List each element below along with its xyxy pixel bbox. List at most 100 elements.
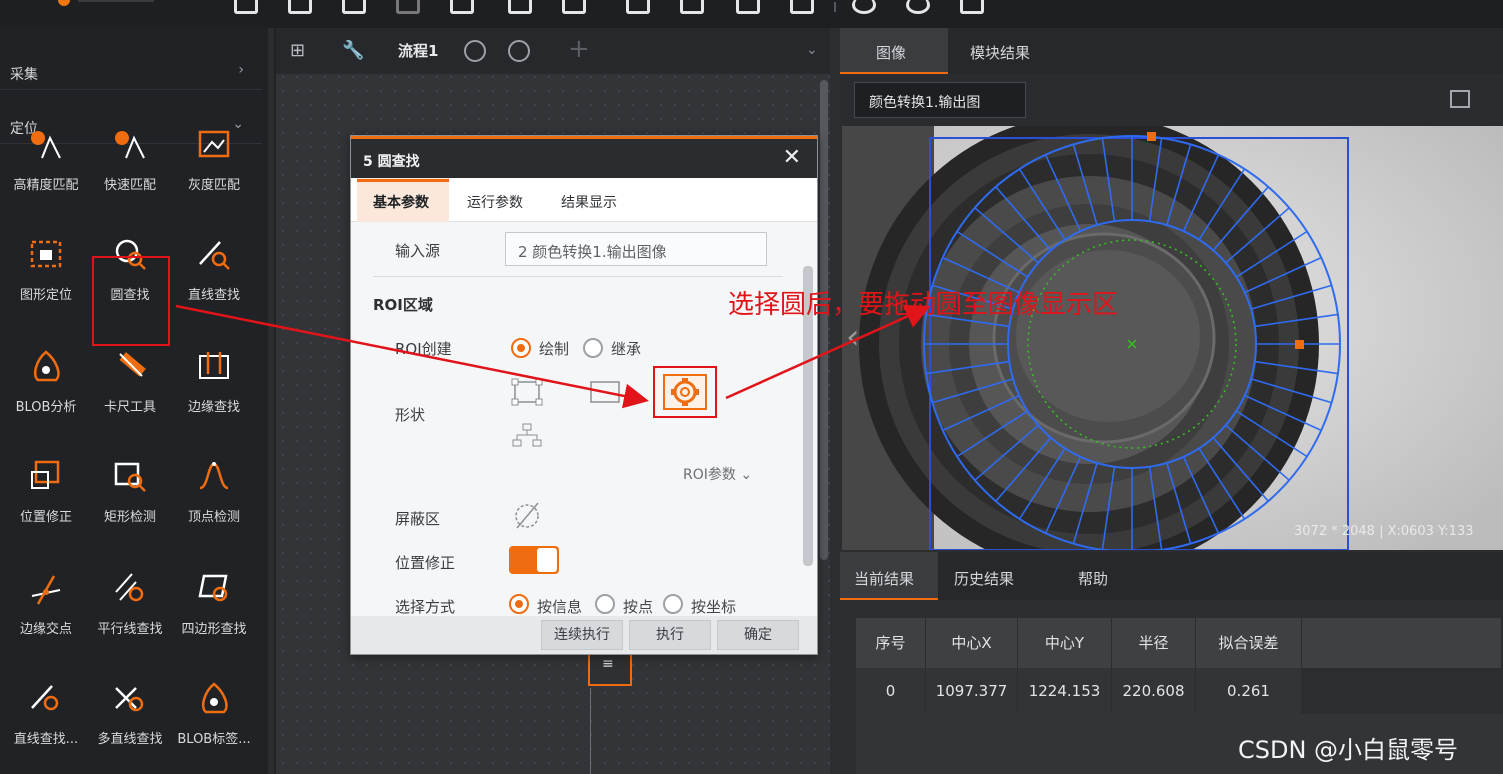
tool-item[interactable]: 高精度匹配 — [4, 116, 88, 216]
tool-panel-scrollbar[interactable] — [268, 28, 274, 774]
run-once-icon[interactable] — [852, 0, 876, 14]
tool-label: 卡尺工具 — [103, 400, 156, 415]
tab-current-result[interactable]: 当前结果 — [854, 568, 914, 589]
tab-basic-params[interactable]: 基本参数 — [373, 192, 429, 212]
tab-run-params[interactable]: 运行参数 — [467, 192, 523, 212]
polygon-roi-icon[interactable] — [511, 422, 543, 450]
roi-draw-radio[interactable] — [511, 338, 531, 358]
roi-handle[interactable] — [1147, 132, 1156, 141]
flow-tree-icon[interactable]: ⊞ — [290, 40, 305, 61]
select-by-info-radio[interactable] — [509, 594, 529, 614]
solution-icon[interactable] — [450, 0, 474, 14]
circle-roi-icon[interactable] — [511, 378, 543, 406]
tool-item[interactable]: 直线查找 — [172, 226, 256, 326]
tool-item[interactable]: 直线查找... — [4, 670, 88, 770]
tool-item[interactable]: 四边形查找 — [172, 560, 256, 660]
roi-handle[interactable] — [1295, 340, 1304, 349]
table-cell: 0 — [856, 668, 926, 714]
fast-match-icon — [112, 126, 148, 162]
refresh-icon[interactable] — [736, 0, 760, 14]
tool-item[interactable]: 平行线查找 — [88, 560, 172, 660]
tool-label: 矩形检测 — [103, 510, 156, 525]
camera-manage-icon[interactable] — [680, 0, 704, 14]
run-loop-icon[interactable] — [906, 0, 930, 14]
tab-module-result[interactable]: 模块结果 — [970, 42, 1030, 63]
roi-inherit-label: 继承 — [611, 340, 642, 358]
camera-icon[interactable] — [508, 0, 532, 14]
category-label: 采集 — [10, 67, 38, 83]
tab-help[interactable]: 帮助 — [1078, 568, 1108, 589]
multi-line-icon — [112, 680, 148, 716]
tool-label: 平行线查找 — [97, 622, 163, 637]
position-correct-toggle[interactable] — [509, 546, 559, 574]
select-by-coord-label: 按坐标 — [691, 598, 737, 616]
tool-label: BLOB标签... — [177, 732, 251, 747]
add-flow-icon[interactable]: + — [568, 34, 590, 64]
save-as-icon[interactable] — [396, 0, 420, 14]
top-toolbar — [0, 0, 1503, 28]
tool-item[interactable]: 快速匹配 — [88, 116, 172, 216]
shape-locate-icon — [28, 236, 64, 272]
calculator-icon[interactable] — [562, 0, 586, 14]
new-file-icon[interactable] — [234, 0, 258, 14]
tab-result-display[interactable]: 结果显示 — [561, 192, 617, 212]
tool-item[interactable]: BLOB分析 — [4, 338, 88, 438]
tool-label: 顶点检测 — [187, 510, 240, 525]
dialog-header[interactable]: 5 圆查找 ✕ — [351, 136, 817, 178]
table-header-cell[interactable]: 拟合误差 — [1196, 618, 1302, 668]
tool-item[interactable]: 矩形检测 — [88, 448, 172, 548]
flow-name[interactable]: 流程1 — [398, 40, 438, 61]
vertex-detect-icon — [196, 458, 232, 494]
roi-param-toggle[interactable]: ROI参数 ⌄ — [683, 464, 752, 484]
code-icon[interactable] — [790, 0, 814, 14]
layout-grid-icon[interactable] — [1450, 90, 1470, 108]
table-header-cell[interactable]: 中心Y — [1018, 618, 1112, 668]
tool-item[interactable]: 边缘查找 — [172, 338, 256, 438]
image-source-select[interactable]: 颜色转换1.输出图 — [854, 82, 1026, 118]
table-cell: 220.608 — [1112, 668, 1196, 714]
open-folder-icon[interactable] — [288, 0, 312, 14]
rect-roi-icon[interactable] — [589, 378, 621, 406]
line-find-2-icon — [28, 680, 64, 716]
run-flow-icon[interactable] — [464, 40, 486, 62]
tool-item[interactable]: BLOB标签... — [172, 670, 256, 770]
edge-find-icon — [196, 348, 232, 384]
wrench-icon[interactable]: 🔧 — [342, 40, 364, 61]
table-header-cell[interactable]: 半径 — [1112, 618, 1196, 668]
flow-node[interactable]: ≡ — [588, 650, 632, 686]
chevron-down-icon[interactable]: ⌄ — [806, 42, 818, 58]
roi-inherit-radio[interactable] — [583, 338, 603, 358]
image-view[interactable]: ‹ — [842, 126, 1503, 550]
mask-icon[interactable] — [511, 500, 543, 532]
tool-item[interactable]: 图形定位 — [4, 226, 88, 326]
tool-item[interactable]: 顶点检测 — [172, 448, 256, 548]
select-by-coord-radio[interactable] — [663, 594, 683, 614]
tool-item[interactable]: 位置修正 — [4, 448, 88, 548]
loop-flow-icon[interactable] — [508, 40, 530, 62]
confirm-button[interactable]: 确定 — [717, 620, 799, 650]
chevron-left-icon[interactable]: ‹ — [846, 317, 860, 357]
table-header-cell[interactable]: 序号 — [856, 618, 926, 668]
run-button[interactable]: 执行 — [629, 620, 711, 650]
tool-item[interactable]: 卡尺工具 — [88, 338, 172, 438]
select-by-point-radio[interactable] — [595, 594, 615, 614]
tool-item[interactable]: 边缘交点 — [4, 560, 88, 660]
layout-icon[interactable] — [626, 0, 650, 14]
tab-history-result[interactable]: 历史结果 — [954, 568, 1014, 589]
caliper-icon — [112, 348, 148, 384]
tool-item[interactable]: 多直线查找 — [88, 670, 172, 770]
input-source-value: 2 颜色转换1.输出图像 — [518, 243, 667, 261]
tool-label: 高精度匹配 — [13, 178, 79, 193]
category-capture[interactable]: 采集 › — [0, 44, 262, 90]
stop-icon[interactable] — [960, 0, 984, 14]
blob-label-icon — [196, 680, 232, 716]
continuous-run-button[interactable]: 连续执行 — [541, 620, 623, 650]
input-source-select[interactable]: 2 颜色转换1.输出图像 — [505, 232, 767, 266]
tool-item[interactable]: 灰度匹配 — [172, 116, 256, 216]
annulus-roi-button[interactable] — [663, 374, 707, 410]
tab-image[interactable]: 图像 — [876, 42, 906, 63]
save-icon[interactable] — [342, 0, 366, 14]
table-header-cell[interactable]: 中心X — [926, 618, 1018, 668]
close-icon[interactable]: ✕ — [783, 145, 801, 170]
annotation-text: 选择圆后，要拖动圆至图像显示区 — [728, 290, 1119, 320]
